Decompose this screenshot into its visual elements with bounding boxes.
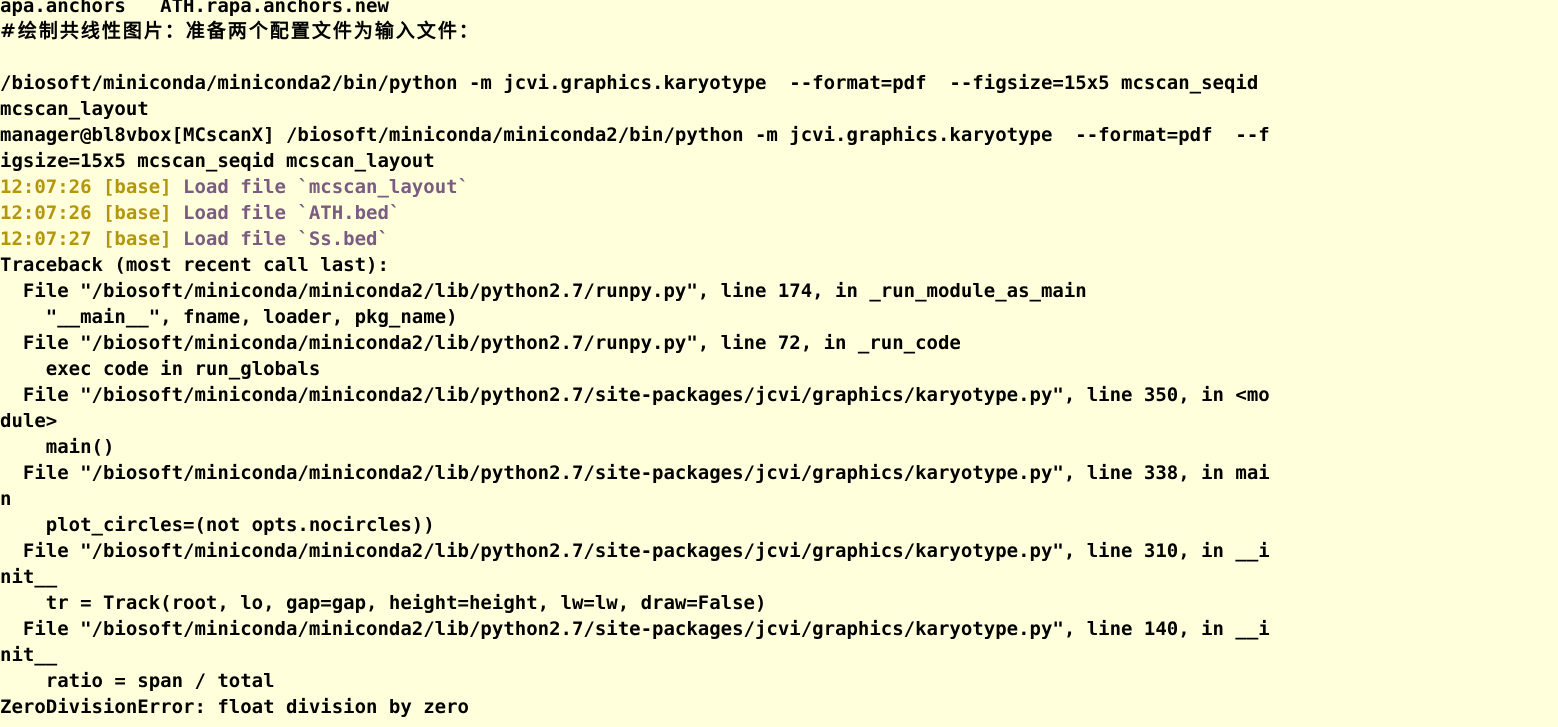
line-tb-file-2: File "/biosoft/miniconda/miniconda2/lib/… xyxy=(0,330,1558,356)
line-traceback-header-seg-0: Traceback (most recent call last): xyxy=(0,254,389,276)
line-tb-code-1: "__main__", fname, loader, pkg_name) xyxy=(0,304,1558,330)
line-log-1: 12:07:26 [base] Load file `mcscan_layout… xyxy=(0,174,1558,200)
line-log-3-seg-1: Load file `Ss.bed` xyxy=(183,228,389,250)
line-tb-file-5b: nit__ xyxy=(0,564,1558,590)
line-prompt-command-2: igsize=15x5 mcscan_seqid mcscan_layout xyxy=(0,148,1558,174)
line-log-1-seg-0: 12:07:26 [base] xyxy=(0,176,184,198)
line-tb-file-4b-seg-0: n xyxy=(0,488,12,510)
line-tb-code-3: main() xyxy=(0,434,1558,460)
line-tb-file-4a-seg-0: File "/biosoft/miniconda/miniconda2/lib/… xyxy=(0,462,1270,484)
line-tb-file-3b-seg-0: dule> xyxy=(0,410,58,432)
line-tb-file-1: File "/biosoft/miniconda/miniconda2/lib/… xyxy=(0,278,1558,304)
line-exception: ZeroDivisionError: float division by zer… xyxy=(0,694,1558,720)
line-tb-file-3a-seg-0: File "/biosoft/miniconda/miniconda2/lib/… xyxy=(0,384,1270,406)
line-command-wrapped-1-seg-0: /biosoft/miniconda/miniconda2/bin/python… xyxy=(0,72,1259,94)
line-log-2: 12:07:26 [base] Load file `ATH.bed` xyxy=(0,200,1558,226)
line-log-2-seg-1: Load file `ATH.bed` xyxy=(183,202,401,224)
line-tb-file-6b-seg-0: nit__ xyxy=(0,644,58,666)
line-tb-file-6a: File "/biosoft/miniconda/miniconda2/lib/… xyxy=(0,616,1558,642)
line-tb-code-2: exec code in run_globals xyxy=(0,356,1558,382)
line-prompt-command-2-seg-0: igsize=15x5 mcscan_seqid mcscan_layout xyxy=(0,150,435,172)
line-tb-file-4a: File "/biosoft/miniconda/miniconda2/lib/… xyxy=(0,460,1558,486)
line-tb-file-2-seg-0: File "/biosoft/miniconda/miniconda2/lib/… xyxy=(0,332,961,354)
line-log-3: 12:07:27 [base] Load file `Ss.bed` xyxy=(0,226,1558,252)
line-command-wrapped-2: mcscan_layout xyxy=(0,96,1558,122)
line-tb-file-5b-seg-0: nit__ xyxy=(0,566,58,588)
line-prompt-command-1-seg-0: manager@bl8vbox[MCscanX] /biosoft/minico… xyxy=(0,124,1270,146)
line-tb-code-6-seg-0: ratio = span / total xyxy=(0,670,275,692)
line-tb-file-6b: nit__ xyxy=(0,642,1558,668)
line-exception-seg-0: ZeroDivisionError: float division by zer… xyxy=(0,696,469,718)
line-tb-code-5: tr = Track(root, lo, gap=gap, height=hei… xyxy=(0,590,1558,616)
line-tb-file-3a: File "/biosoft/miniconda/miniconda2/lib/… xyxy=(0,382,1558,408)
line-comment-cjk-seg-0: #绘制共线性图片：准备两个配置文件为输入文件： xyxy=(0,20,480,42)
line-command-wrapped-2-seg-0: mcscan_layout xyxy=(0,98,149,120)
line-comment-cjk: #绘制共线性图片：准备两个配置文件为输入文件： xyxy=(0,18,1558,44)
line-tb-code-5-seg-0: tr = Track(root, lo, gap=gap, height=hei… xyxy=(0,592,767,614)
line-log-3-seg-0: 12:07:27 [base] xyxy=(0,228,184,250)
line-log-1-seg-1: Load file `mcscan_layout` xyxy=(183,176,470,198)
line-blank-1 xyxy=(0,44,1558,70)
line-tb-file-3b: dule> xyxy=(0,408,1558,434)
line-blank-1-seg-0 xyxy=(0,46,11,68)
line-tb-code-4-seg-0: plot_circles=(not opts.nocircles)) xyxy=(0,514,435,536)
line-tb-code-3-seg-0: main() xyxy=(0,436,115,458)
terminal-output-pane[interactable]: apa.anchors ATH.rapa.anchors.new #绘制共线性图片… xyxy=(0,0,1558,727)
line-tb-code-1-seg-0: "__main__", fname, loader, pkg_name) xyxy=(0,306,458,328)
line-anchors-files: apa.anchors ATH.rapa.anchors.new xyxy=(0,0,1558,18)
line-tb-code-4: plot_circles=(not opts.nocircles)) xyxy=(0,512,1558,538)
line-tb-code-2-seg-0: exec code in run_globals xyxy=(0,358,321,380)
line-prompt-command-1: manager@bl8vbox[MCscanX] /biosoft/minico… xyxy=(0,122,1558,148)
line-traceback-header: Traceback (most recent call last): xyxy=(0,252,1558,278)
line-tb-file-5a: File "/biosoft/miniconda/miniconda2/lib/… xyxy=(0,538,1558,564)
line-log-2-seg-0: 12:07:26 [base] xyxy=(0,202,184,224)
line-anchors-files-seg-0: apa.anchors ATH.rapa.anchors.new xyxy=(0,0,389,17)
line-command-wrapped-1: /biosoft/miniconda/miniconda2/bin/python… xyxy=(0,70,1558,96)
line-tb-file-6a-seg-0: File "/biosoft/miniconda/miniconda2/lib/… xyxy=(0,618,1270,640)
line-tb-file-5a-seg-0: File "/biosoft/miniconda/miniconda2/lib/… xyxy=(0,540,1270,562)
line-tb-file-1-seg-0: File "/biosoft/miniconda/miniconda2/lib/… xyxy=(0,280,1087,302)
line-tb-code-6: ratio = span / total xyxy=(0,668,1558,694)
line-tb-file-4b: n xyxy=(0,486,1558,512)
